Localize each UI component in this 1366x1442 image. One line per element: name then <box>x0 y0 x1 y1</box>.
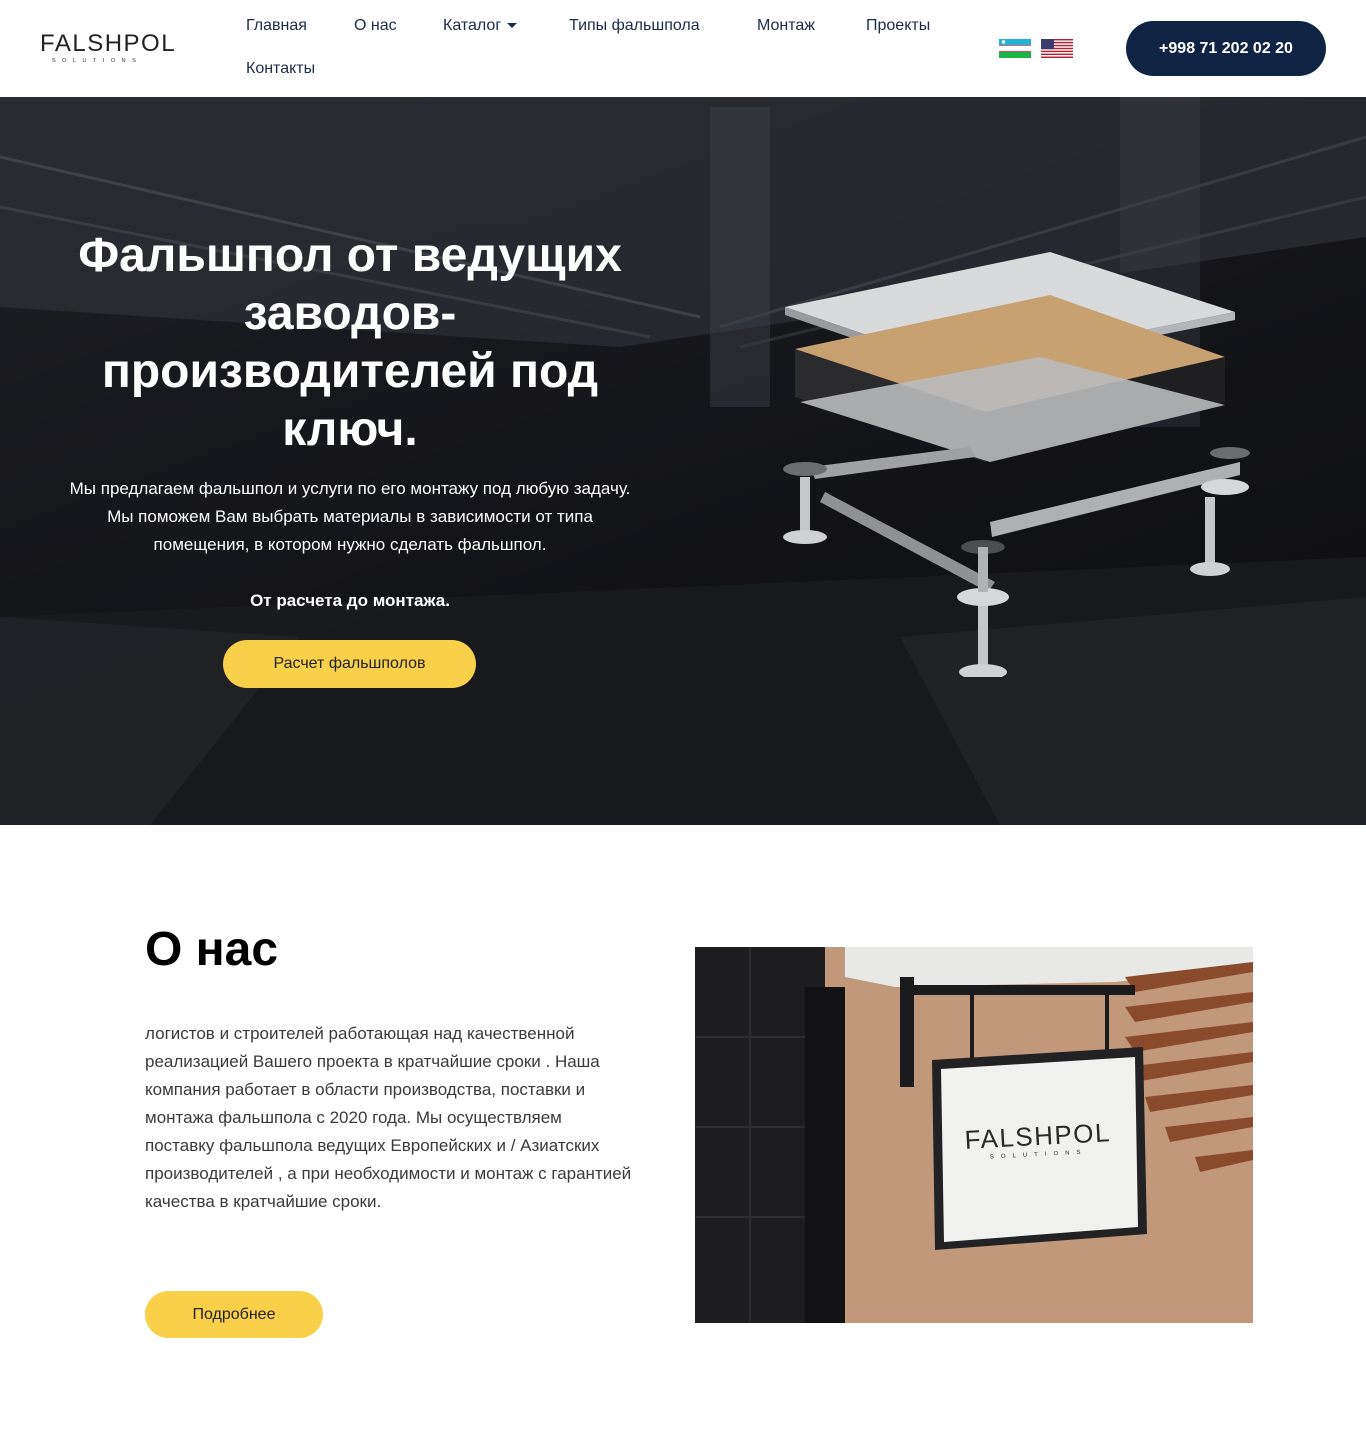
nav-item-installation[interactable]: Монтаж <box>757 17 815 35</box>
nav-item-home[interactable]: Главная <box>246 17 307 35</box>
usa-flag-icon[interactable] <box>1041 39 1073 58</box>
logo-tagline: SOLUTIONS <box>52 58 143 64</box>
about-description: логистов и строителей работающая над кач… <box>145 1024 632 1211</box>
about-title: О нас <box>145 923 279 976</box>
logo[interactable]: FALSHPOL SOLUTIONS <box>40 30 177 67</box>
hero-description: Мы предлагаем фальшпол и услуги по его м… <box>69 479 631 554</box>
about-text-container: логистов и строителей работающая над кач… <box>145 1024 635 1252</box>
about-sign-photo: FALSHPOL SOLUTIONS <box>695 947 1253 1323</box>
calculate-floor-button[interactable]: Расчет фальшполов <box>223 640 476 688</box>
site-header: FALSHPOL SOLUTIONS Главная О нас Каталог… <box>0 0 1366 97</box>
hero-title: Фальшпол от ведущих заводов-производител… <box>78 229 622 456</box>
chevron-down-icon <box>507 23 518 29</box>
raised-floor-illustration <box>783 252 1250 677</box>
hero-section: Фальшпол от ведущих заводов-производител… <box>0 97 1366 825</box>
nav-item-catalog-label: Каталог <box>443 17 502 34</box>
hero-tagline: От расчета до монтажа. <box>250 591 450 610</box>
more-button[interactable]: Подробнее <box>145 1291 323 1338</box>
nav-item-projects[interactable]: Проекты <box>866 17 930 35</box>
nav-item-catalog[interactable]: Каталог <box>443 17 518 35</box>
nav-item-about[interactable]: О нас <box>354 17 397 35</box>
main-nav: Главная О нас Каталог Типы фальшпола Мон… <box>226 6 966 92</box>
phone-button[interactable]: +998 71 202 02 20 <box>1126 21 1326 76</box>
nav-item-contacts[interactable]: Контакты <box>246 60 315 78</box>
nav-item-floor-types[interactable]: Типы фальшпола <box>569 17 700 35</box>
logo-wordmark: FALSHPOL <box>40 30 177 57</box>
uzbekistan-flag-icon[interactable] <box>999 39 1031 58</box>
